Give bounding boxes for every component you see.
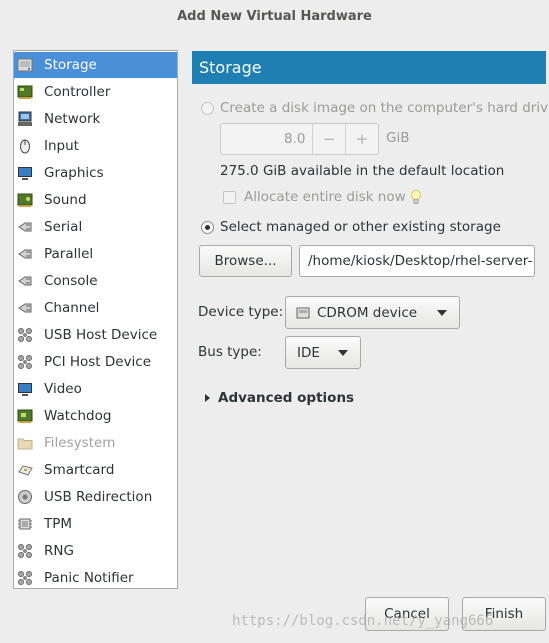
- hardware-type-list[interactable]: Storage Controller Network Input Graphic…: [13, 50, 178, 589]
- sidebar-item-label: Sound: [44, 192, 87, 208]
- sidebar-item-label: Console: [44, 273, 98, 289]
- device-type-value: CDROM device: [317, 304, 418, 321]
- watermark: https://blog.csdn.net/y_yang666: [232, 613, 494, 629]
- rng-icon: [17, 543, 33, 559]
- browse-button[interactable]: Browse...: [199, 245, 292, 277]
- channel-plug-icon: [17, 300, 33, 316]
- allocate-label: Allocate entire disk now: [244, 189, 406, 205]
- serial-plug-icon: [17, 219, 33, 235]
- create-disk-radio[interactable]: [201, 102, 214, 115]
- sidebar-item-console[interactable]: Console: [14, 268, 177, 294]
- sidebar-item-label: Video: [44, 381, 82, 397]
- controller-icon: [17, 84, 33, 100]
- network-icon: [17, 111, 33, 127]
- mouse-icon: [17, 138, 33, 154]
- sidebar-item-pci-host-device[interactable]: PCI Host Device: [14, 349, 177, 375]
- parallel-plug-icon: [17, 246, 33, 262]
- sidebar-item-label: USB Redirection: [44, 489, 153, 505]
- storage-path-input[interactable]: /home/kiosk/Desktop/rhel-server-: [299, 245, 535, 277]
- sidebar-item-network[interactable]: Network: [14, 106, 177, 132]
- advanced-options-expander[interactable]: Advanced options: [205, 390, 354, 406]
- sidebar-item-serial[interactable]: Serial: [14, 214, 177, 240]
- sidebar-item-channel[interactable]: Channel: [14, 295, 177, 321]
- sidebar-item-input[interactable]: Input: [14, 133, 177, 159]
- sidebar-item-label: TPM: [44, 516, 73, 532]
- expander-arrow-icon: [205, 394, 210, 402]
- smartcard-icon: [17, 462, 33, 478]
- available-space-text: 275.0 GiB available in the default locat…: [220, 163, 505, 179]
- tpm-chip-icon: [17, 516, 33, 532]
- sidebar-item-label: Parallel: [44, 246, 94, 262]
- cdrom-icon: [296, 306, 310, 320]
- select-storage-radio[interactable]: [201, 221, 214, 234]
- bus-type-value: IDE: [297, 344, 320, 361]
- section-header: Storage: [192, 51, 546, 84]
- sidebar-item-label: PCI Host Device: [44, 354, 152, 370]
- sidebar-item-usb-redirection[interactable]: USB Redirection: [14, 484, 177, 510]
- sidebar-item-graphics[interactable]: Graphics: [14, 160, 177, 186]
- usb-device-icon: [17, 327, 33, 343]
- sidebar-item-storage[interactable]: Storage: [14, 52, 177, 78]
- sidebar-item-label: Network: [44, 111, 101, 127]
- sidebar-item-label: Panic Notifier: [44, 570, 134, 586]
- decrement-button[interactable]: −: [312, 124, 345, 154]
- panic-notifier-icon: [17, 570, 33, 586]
- sidebar-item-label: USB Host Device: [44, 327, 158, 343]
- sidebar-item-label: Graphics: [44, 165, 104, 181]
- pci-device-icon: [17, 354, 33, 370]
- bus-type-select[interactable]: IDE: [285, 336, 361, 369]
- sidebar-item-tpm[interactable]: TPM: [14, 511, 177, 537]
- sidebar-item-label: Smartcard: [44, 462, 115, 478]
- sidebar-item-label: Storage: [44, 57, 97, 73]
- disk-size-unit: GiB: [386, 130, 410, 146]
- sidebar-item-parallel[interactable]: Parallel: [14, 241, 177, 267]
- device-type-label: Device type:: [198, 304, 284, 320]
- sidebar-item-video[interactable]: Video: [14, 376, 177, 402]
- usb-redirection-icon: [17, 489, 33, 505]
- sidebar-item-smartcard[interactable]: Smartcard: [14, 457, 177, 483]
- sidebar-item-watchdog[interactable]: Watchdog: [14, 403, 177, 429]
- sidebar-item-label: Channel: [44, 300, 100, 316]
- folder-icon: [17, 435, 33, 451]
- sidebar-item-filesystem[interactable]: Filesystem: [14, 430, 177, 456]
- disk-size-value[interactable]: 8.0: [221, 124, 312, 154]
- select-storage-label: Select managed or other existing storage: [220, 219, 501, 235]
- bus-type-label: Bus type:: [198, 344, 262, 360]
- monitor-icon: [17, 165, 33, 181]
- storage-icon: [17, 57, 33, 73]
- increment-button[interactable]: +: [345, 124, 378, 154]
- sound-card-icon: [17, 192, 33, 208]
- sidebar-item-panic-notifier[interactable]: Panic Notifier: [14, 565, 177, 591]
- sidebar-item-label: Filesystem: [44, 435, 116, 451]
- advanced-options-label: Advanced options: [218, 390, 355, 406]
- device-type-select[interactable]: CDROM device: [285, 296, 460, 329]
- sidebar-item-sound[interactable]: Sound: [14, 187, 177, 213]
- sidebar-item-usb-host-device[interactable]: USB Host Device: [14, 322, 177, 348]
- lightbulb-icon: [410, 189, 422, 210]
- dialog-title: Add New Virtual Hardware: [177, 9, 372, 24]
- disk-size-spinner[interactable]: 8.0 − +: [220, 123, 379, 155]
- sidebar-item-rng[interactable]: RNG: [14, 538, 177, 564]
- sidebar-item-label: Serial: [44, 219, 83, 235]
- video-monitor-icon: [17, 381, 33, 397]
- sidebar-item-label: Controller: [44, 84, 111, 100]
- allocate-checkbox[interactable]: [223, 191, 236, 204]
- create-disk-label: Create a disk image on the computer's ha…: [220, 100, 549, 116]
- chevron-down-icon: [437, 309, 447, 316]
- sidebar-item-label: RNG: [44, 543, 74, 559]
- sidebar-item-controller[interactable]: Controller: [14, 79, 177, 105]
- console-plug-icon: [17, 273, 33, 289]
- chevron-down-icon: [338, 349, 348, 356]
- watchdog-icon: [17, 408, 33, 424]
- sidebar-item-label: Watchdog: [44, 408, 112, 424]
- sidebar-item-label: Input: [44, 138, 79, 154]
